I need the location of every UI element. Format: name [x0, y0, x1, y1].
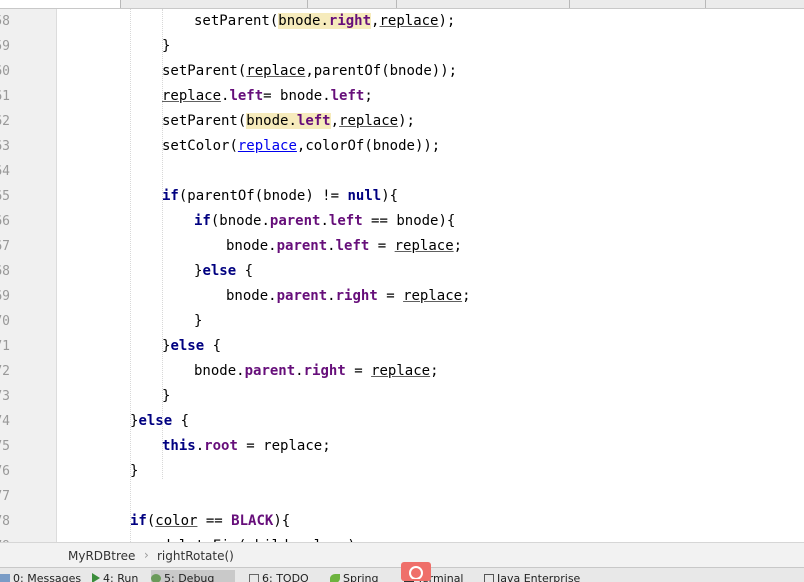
code-line: } — [194, 313, 203, 329]
code-line: setParent(bnode.right,replace); — [194, 13, 456, 29]
code-line: }else { — [162, 338, 222, 354]
code-line: } — [162, 388, 171, 404]
line-number: 64 — [0, 164, 10, 179]
line-number: 68 — [0, 264, 10, 279]
line-number: 74 — [0, 414, 10, 429]
line-number: 73 — [0, 389, 10, 404]
line-number-gutter[interactable]: 58 59 60 61 62 63 64 65 66 67 68 69 70 7… — [0, 9, 57, 542]
code-line: this.root = replace; — [162, 438, 331, 454]
editor-tab-strip — [0, 0, 804, 9]
line-number: 65 — [0, 189, 10, 204]
breadcrumb-separator: › — [144, 548, 149, 562]
screen-recorder-icon[interactable] — [401, 562, 431, 581]
editor-tab[interactable] — [308, 0, 397, 8]
code-line: if(parentOf(bnode) != null){ — [162, 188, 399, 204]
line-number: 71 — [0, 339, 10, 354]
line-number: 77 — [0, 489, 10, 504]
editor-tab[interactable] — [121, 0, 308, 8]
code-line: if(bnode.parent.left == bnode){ — [194, 213, 456, 229]
line-number: 78 — [0, 514, 10, 529]
line-number: 79 — [0, 534, 10, 542]
line-number: 70 — [0, 314, 10, 329]
code-line: } — [130, 463, 139, 479]
code-line: deleteFix(childreplace) — [162, 534, 356, 542]
line-number: 58 — [0, 14, 10, 29]
line-number: 62 — [0, 114, 10, 129]
line-number: 59 — [0, 39, 10, 54]
code-line: replace.left= bnode.left; — [162, 88, 373, 104]
tool-window-debug[interactable]: 5: Debug — [151, 570, 235, 582]
code-line: } — [162, 38, 171, 54]
line-number: 76 — [0, 464, 10, 479]
line-number: 69 — [0, 289, 10, 304]
code-line: setParent(bnode.left,replace); — [162, 113, 415, 129]
editor-tab[interactable] — [570, 0, 706, 8]
code-line: if(color == BLACK){ — [130, 513, 291, 529]
line-number: 72 — [0, 364, 10, 379]
editor-tab[interactable] — [0, 0, 121, 8]
editor-tab[interactable] — [397, 0, 570, 8]
code-line: setColor(replace,colorOf(bnode)); — [162, 138, 441, 154]
code-line: bnode.parent.right = replace; — [194, 363, 439, 379]
code-line: bnode.parent.left = replace; — [226, 238, 463, 254]
code-line: setParent(replace,parentOf(bnode)); — [162, 63, 458, 79]
line-number: 75 — [0, 439, 10, 454]
line-number: 60 — [0, 64, 10, 79]
code-line: bnode.parent.right = replace; — [226, 288, 471, 304]
line-number: 67 — [0, 239, 10, 254]
breadcrumb-class[interactable]: MyRDBtree — [68, 549, 135, 563]
line-number: 63 — [0, 139, 10, 154]
code-line: }else { — [194, 263, 254, 279]
code-editor[interactable]: setParent(bnode.right,replace); } setPar… — [57, 9, 804, 542]
breadcrumb-method[interactable]: rightRotate() — [157, 549, 234, 563]
line-number: 66 — [0, 214, 10, 229]
recorder-ring-icon — [409, 566, 423, 579]
code-line: }else { — [130, 413, 190, 429]
editor-tab[interactable] — [706, 0, 804, 8]
line-number: 61 — [0, 89, 10, 104]
